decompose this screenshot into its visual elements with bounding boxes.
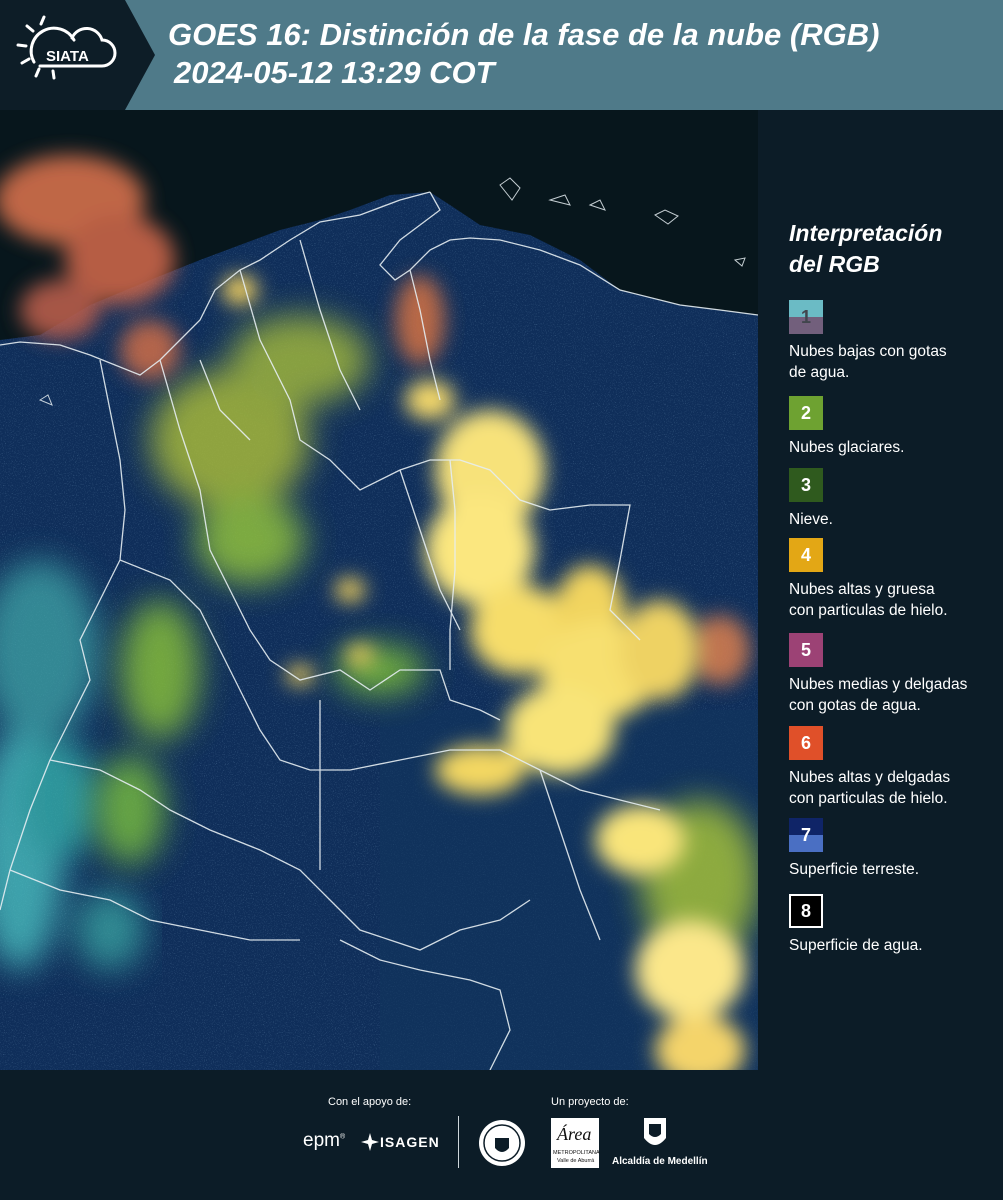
isagen-star-icon (361, 1133, 379, 1151)
satellite-map (0, 110, 758, 1070)
area-logo-line-2: Valle de Aburrá (557, 1158, 595, 1164)
project-label: Un proyecto de: (551, 1096, 629, 1108)
legend-panel: Interpretación del RGB 1 Nubes bajas con… (775, 110, 1003, 1070)
legend-title-line-2: del RGB (789, 251, 880, 277)
legend-item-5: 5 Nubes medias y delgadas con gotas de a… (789, 633, 994, 716)
legend-label-7: Superficie terreste. (789, 861, 920, 878)
legend-item-3: 3 Nieve. (789, 468, 994, 530)
area-logo-script: Área (557, 1124, 592, 1144)
alcaldia-shield-icon (644, 1118, 666, 1145)
legend-swatch-8: 8 (789, 894, 823, 928)
legend-label-6-line-1: Nubes altas y delgadas (789, 769, 951, 786)
isagen-logo-text: ISAGEN (380, 1134, 440, 1150)
legend-title: Interpretación del RGB (789, 218, 942, 280)
satellite-rgb-image (0, 110, 758, 1070)
legend-label-1-line-2: de agua. (789, 364, 850, 381)
legend-item-7: 7 Superficie terreste. (789, 818, 994, 880)
title-line-1: GOES 16: Distinción de la fase de la nub… (168, 17, 880, 52)
legend-label-3: Nieve. (789, 511, 833, 528)
page-title: GOES 16: Distinción de la fase de la nub… (168, 16, 879, 92)
legend-label-1-line-1: Nubes bajas con gotas (789, 343, 947, 360)
legend-label-1: Nubes bajas con gotas de agua. (789, 341, 994, 383)
medellin-seal-logo (477, 1118, 527, 1173)
legend-swatch-7: 7 (789, 818, 823, 852)
title-line-2: 2024-05-12 13:29 COT (174, 55, 495, 90)
legend-item-2: 2 Nubes glaciares. (789, 396, 994, 458)
legend-label-6: Nubes altas y delgadas con particulas de… (789, 767, 994, 809)
legend-item-4: 4 Nubes altas y gruesa con particulas de… (789, 538, 994, 621)
legend-label-4-line-2: con particulas de hielo. (789, 602, 948, 619)
support-label: Con el apoyo de: (328, 1096, 412, 1108)
legend-label-4-line-1: Nubes altas y gruesa (789, 581, 935, 598)
epm-logo: epm® (303, 1130, 346, 1151)
legend-item-1: 1 Nubes bajas con gotas de agua. (789, 300, 994, 383)
header-bar: SIATA GOES 16: Distinción de la fase de … (0, 0, 1003, 110)
legend-label-4: Nubes altas y gruesa con particulas de h… (789, 579, 994, 621)
legend-swatch-5: 5 (789, 633, 823, 667)
legend-swatch-6: 6 (789, 726, 823, 760)
legend-label-8: Superficie de agua. (789, 937, 923, 954)
legend-label-6-line-2: con particulas de hielo. (789, 790, 948, 807)
legend-swatch-3: 3 (789, 468, 823, 502)
epm-logo-text: epm (303, 1130, 340, 1151)
legend-item-8: 8 Superficie de agua. (789, 894, 994, 956)
legend-label-5: Nubes medias y delgadas con gotas de agu… (789, 674, 994, 716)
legend-swatch-4: 4 (789, 538, 823, 572)
area-logo-line-1: METROPOLITANA (553, 1150, 600, 1156)
alcaldia-logo-text: Alcaldía de Medellín (612, 1156, 708, 1167)
legend-label-2: Nubes glaciares. (789, 439, 905, 456)
legend-swatch-1: 1 (789, 300, 823, 334)
area-metropolitana-logo: Área METROPOLITANA Valle de Aburrá (551, 1118, 600, 1168)
footer-divider (458, 1116, 459, 1168)
legend-title-line-1: Interpretación (789, 220, 943, 246)
logo-text: SIATA (46, 48, 89, 65)
footer: Con el apoyo de: Un proyecto de: epm® IS… (0, 1070, 1003, 1200)
legend-label-5-line-2: con gotas de agua. (789, 697, 921, 714)
legend-swatch-2: 2 (789, 396, 823, 430)
siata-logo: SIATA (0, 0, 155, 110)
legend-item-6: 6 Nubes altas y delgadas con particulas … (789, 726, 994, 809)
legend-label-5-line-1: Nubes medias y delgadas (789, 676, 968, 693)
